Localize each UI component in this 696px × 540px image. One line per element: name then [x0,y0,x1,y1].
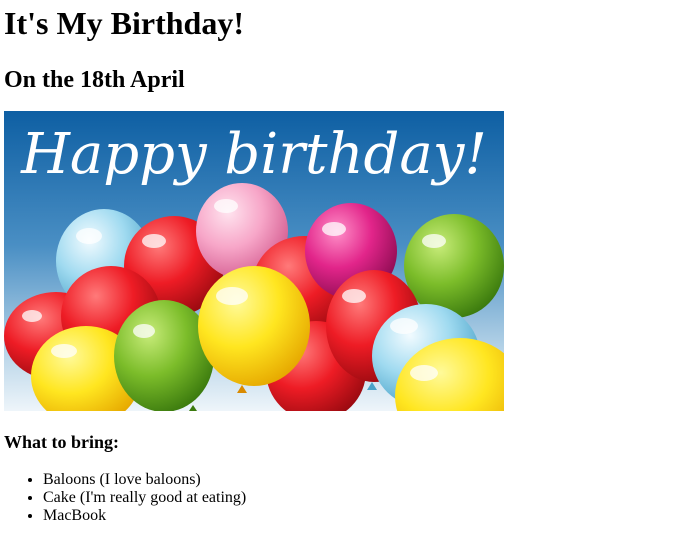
bring-heading: What to bring: [4,432,120,452]
balloon-green-right [404,214,504,318]
list-item: MacBook [43,507,692,525]
bring-list: Baloons (I love baloons) Cake (I'm reall… [4,471,692,525]
page-title: It's My Birthday! [4,5,244,41]
balloon-yellow-center [198,266,310,386]
page-subtitle: On the 18th April [4,67,185,93]
page-content: It's My Birthday! On the 18th April Happ… [0,5,696,525]
list-item: Baloons (I love baloons) [43,471,692,489]
list-item: Cake (I'm really good at eating) [43,489,692,507]
birthday-banner-image: Happy birthday! [4,111,504,411]
banner-text: Happy birthday! [20,122,487,187]
